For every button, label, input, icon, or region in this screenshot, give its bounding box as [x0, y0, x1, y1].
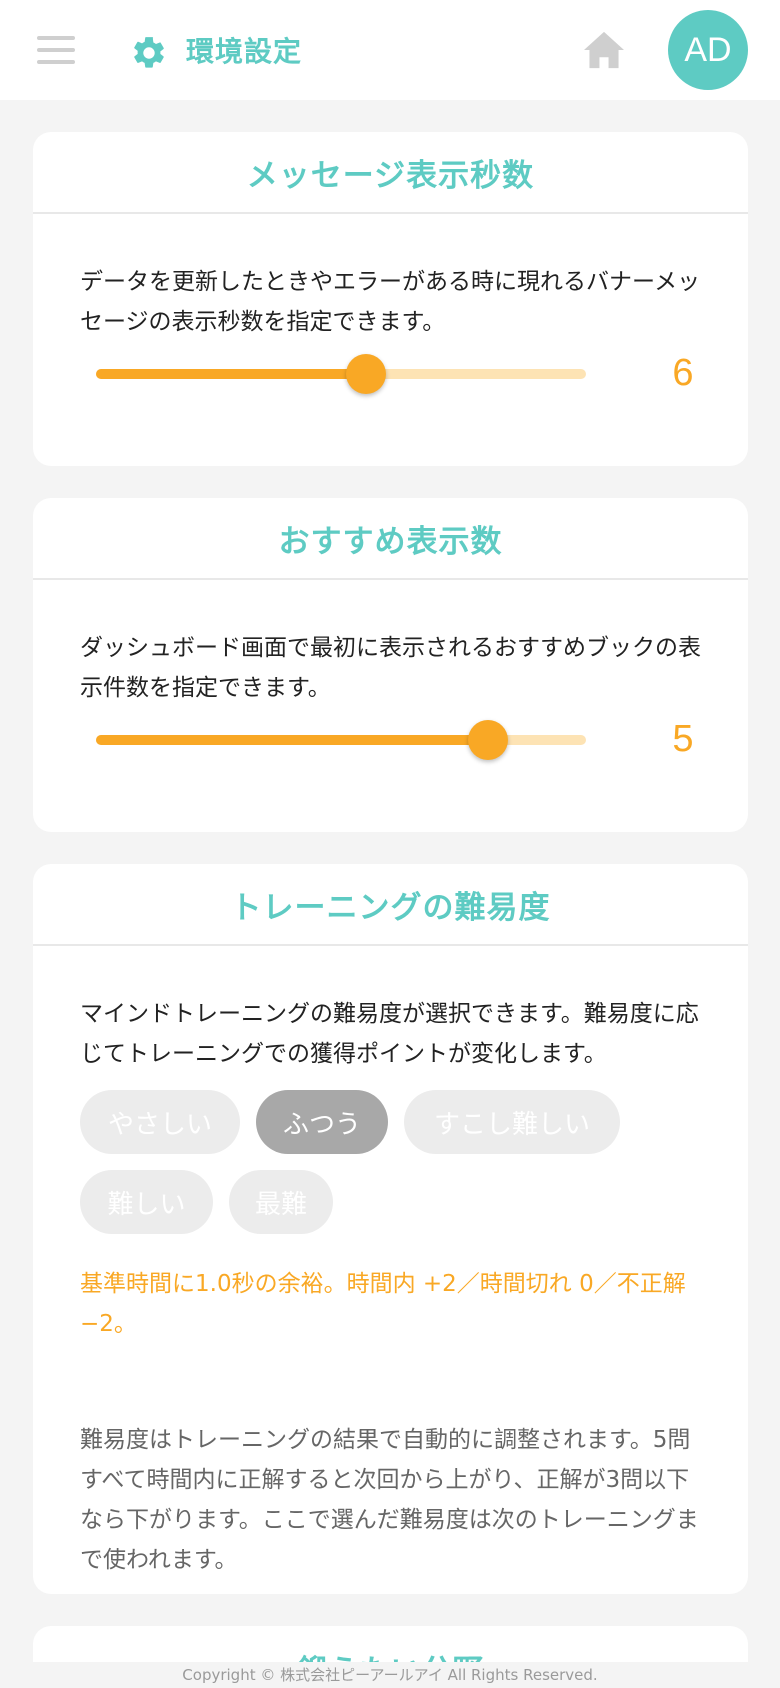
difficulty-title: トレーニングの難易度 [33, 864, 748, 946]
difficulty-rule-text: 基準時間に1.0秒の余裕。時間内 +2／時間切れ 0／不正解 −2。 [80, 1271, 686, 1337]
app-header: 環境設定 AD [0, 0, 780, 100]
difficulty-option-normal[interactable]: ふつう [256, 1090, 388, 1154]
slider-thumb[interactable] [345, 354, 386, 394]
message-seconds-title: メッセージ表示秒数 [33, 132, 748, 214]
difficulty-option-hardest[interactable]: 最難 [229, 1170, 333, 1234]
difficulty-option-hard[interactable]: 難しい [80, 1170, 213, 1234]
home-icon[interactable] [582, 30, 626, 70]
gear-icon [134, 37, 164, 68]
recommend-count-description: ダッシュボード画面で最初に表示されるおすすめブックの表示件数を指定できます。 [80, 635, 701, 701]
hamburger-menu-icon[interactable] [37, 36, 75, 64]
message-seconds-slider[interactable] [96, 354, 586, 394]
recommend-count-card: おすすめ表示数 ダッシュボード画面で最初に表示されるおすすめブックの表示件数を指… [33, 498, 748, 832]
difficulty-description: マインドトレーニングの難易度が選択できます。難易度に応じてトレーニングでの獲得ポ… [80, 1001, 699, 1067]
difficulty-option-slightly-hard[interactable]: すこし難しい [404, 1090, 620, 1154]
slider-fill [96, 735, 488, 745]
message-seconds-description: データを更新したときやエラーがある時に現れるバナーメッセージの表示秒数を指定でき… [80, 269, 701, 335]
message-seconds-value: 6 [672, 352, 694, 394]
recommend-count-value: 5 [672, 718, 694, 760]
page-title: 環境設定 [186, 35, 303, 68]
slider-fill [96, 369, 366, 379]
slider-thumb[interactable] [468, 720, 508, 760]
recommend-count-slider[interactable] [96, 720, 586, 760]
copyright-footer: Copyright © 株式会社ピーアールアイ All Rights Reser… [0, 1662, 780, 1688]
message-seconds-card: メッセージ表示秒数 データを更新したときやエラーがある時に現れるバナーメッセージ… [33, 132, 748, 466]
difficulty-option-easy[interactable]: やさしい [80, 1090, 240, 1154]
difficulty-card: トレーニングの難易度 マインドトレーニングの難易度が選択できます。難易度に応じて… [33, 864, 748, 1594]
user-avatar[interactable]: AD [668, 10, 748, 90]
recommend-count-title: おすすめ表示数 [33, 498, 748, 580]
difficulty-note-text: 難易度はトレーニングの結果で自動的に調整されます。5問すべて時間内に正解すると次… [80, 1427, 699, 1573]
